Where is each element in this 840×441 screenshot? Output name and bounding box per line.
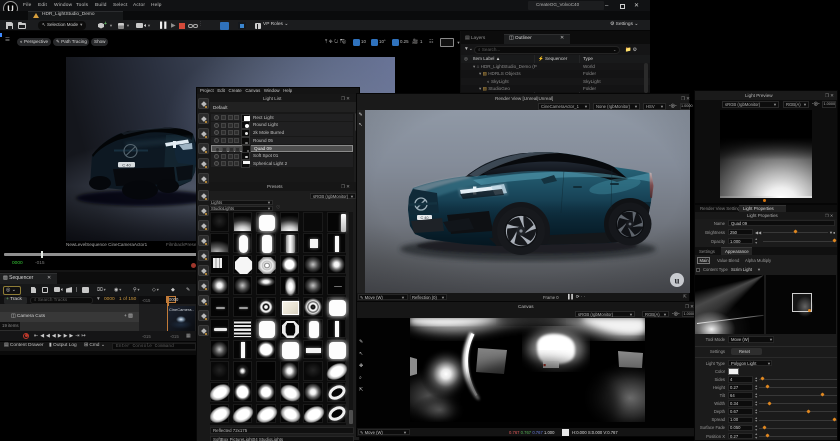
svg-text:C 40: C 40	[122, 163, 131, 168]
svg-text:u: u	[674, 276, 679, 286]
